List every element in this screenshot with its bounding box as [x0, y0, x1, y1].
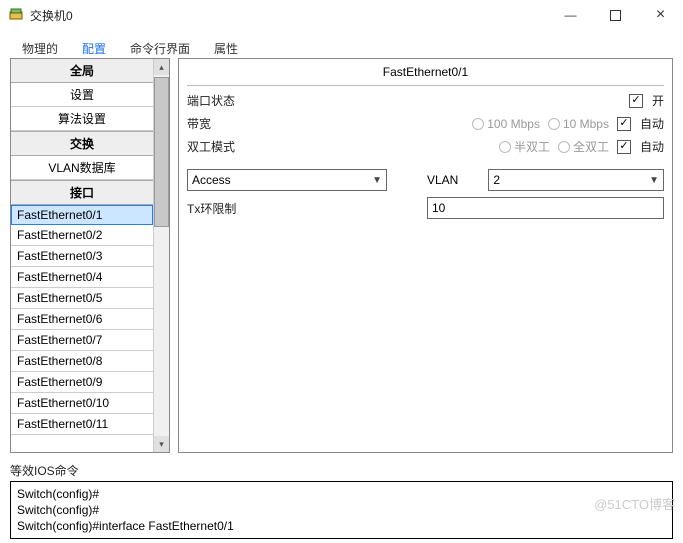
- sidebar-item-fe06[interactable]: FastEthernet0/6: [11, 309, 153, 330]
- bw-10-label: 10 Mbps: [563, 117, 609, 131]
- ios-line: Switch(config)#: [17, 502, 666, 518]
- duplex-radio-full: [558, 141, 570, 153]
- scroll-down-icon[interactable]: ▾: [154, 436, 169, 452]
- vlan-value: 2: [493, 173, 500, 187]
- ios-output[interactable]: Switch(config)# Switch(config)# Switch(c…: [10, 481, 673, 539]
- scroll-thumb[interactable]: [154, 77, 169, 227]
- vlan-select[interactable]: 2 ▼: [488, 169, 664, 191]
- minimize-button[interactable]: —: [548, 0, 593, 30]
- bandwidth-label: 带宽: [187, 115, 267, 132]
- sidebar-item-fe05[interactable]: FastEthernet0/5: [11, 288, 153, 309]
- duplex-label: 双工模式: [187, 138, 267, 155]
- sidebar-header-global[interactable]: 全局: [11, 59, 153, 83]
- ios-line: Switch(config)#interface FastEthernet0/1: [17, 518, 666, 534]
- sidebar-item-fe02[interactable]: FastEthernet0/2: [11, 225, 153, 246]
- scroll-up-icon[interactable]: ▴: [154, 59, 169, 75]
- sidebar-item-fe11[interactable]: FastEthernet0/11: [11, 414, 153, 435]
- txring-value: 10: [432, 201, 445, 215]
- maximize-button[interactable]: [593, 0, 638, 30]
- duplex-full-label: 全双工: [573, 138, 609, 155]
- app-icon: [8, 7, 24, 23]
- duplex-radio-half: [499, 141, 511, 153]
- sidebar-item-fe09[interactable]: FastEthernet0/9: [11, 372, 153, 393]
- port-status-label: 端口状态: [187, 92, 267, 109]
- duplex-half-label: 半双工: [514, 138, 550, 155]
- bw-radio-10: [548, 118, 560, 130]
- sidebar-item-algorithm[interactable]: 算法设置: [11, 107, 153, 131]
- port-status-on-label: 开: [652, 92, 664, 109]
- window-controls: — ×: [548, 0, 683, 30]
- sidebar-item-fe07[interactable]: FastEthernet0/7: [11, 330, 153, 351]
- config-panel: FastEthernet0/1 端口状态 ✓ 开 带宽 100 Mbps 10 …: [178, 58, 673, 453]
- sidebar-scrollbar[interactable]: ▴ ▾: [153, 59, 169, 452]
- ios-label: 等效IOS命令: [10, 462, 673, 479]
- txring-input[interactable]: 10: [427, 197, 664, 219]
- sidebar-item-fe01[interactable]: FastEthernet0/1: [11, 205, 153, 225]
- mode-value: Access: [192, 173, 231, 187]
- mode-select[interactable]: Access ▼: [187, 169, 387, 191]
- bw-auto-label: 自动: [640, 115, 664, 132]
- duplex-auto-checkbox[interactable]: ✓: [617, 140, 631, 154]
- txring-label: Tx环限制: [187, 200, 387, 217]
- chevron-down-icon: ▼: [649, 175, 659, 186]
- vlan-label: VLAN: [427, 173, 458, 187]
- sidebar-item-fe08[interactable]: FastEthernet0/8: [11, 351, 153, 372]
- bw-radio-100: [472, 118, 484, 130]
- titlebar: 交换机0 — ×: [0, 0, 683, 30]
- bw-100-label: 100 Mbps: [487, 117, 540, 131]
- sidebar-item-settings[interactable]: 设置: [11, 83, 153, 107]
- ios-line: Switch(config)#: [17, 486, 666, 502]
- port-status-checkbox[interactable]: ✓: [629, 94, 643, 108]
- window-title: 交换机0: [30, 7, 548, 24]
- sidebar-item-fe03[interactable]: FastEthernet0/3: [11, 246, 153, 267]
- close-button[interactable]: ×: [638, 0, 683, 30]
- sidebar-item-vlan-db[interactable]: VLAN数据库: [11, 156, 153, 180]
- sidebar-item-fe10[interactable]: FastEthernet0/10: [11, 393, 153, 414]
- ios-section: 等效IOS命令 Switch(config)# Switch(config)# …: [10, 462, 673, 539]
- sidebar: 全局 设置 算法设置 交换 VLAN数据库 接口 FastEthernet0/1…: [10, 58, 170, 453]
- sidebar-header-switching[interactable]: 交换: [11, 131, 153, 156]
- sidebar-item-fe04[interactable]: FastEthernet0/4: [11, 267, 153, 288]
- bw-auto-checkbox[interactable]: ✓: [617, 117, 631, 131]
- chevron-down-icon: ▼: [372, 175, 382, 186]
- panel-title: FastEthernet0/1: [187, 63, 664, 86]
- duplex-auto-label: 自动: [640, 138, 664, 155]
- sidebar-header-interface[interactable]: 接口: [11, 180, 153, 205]
